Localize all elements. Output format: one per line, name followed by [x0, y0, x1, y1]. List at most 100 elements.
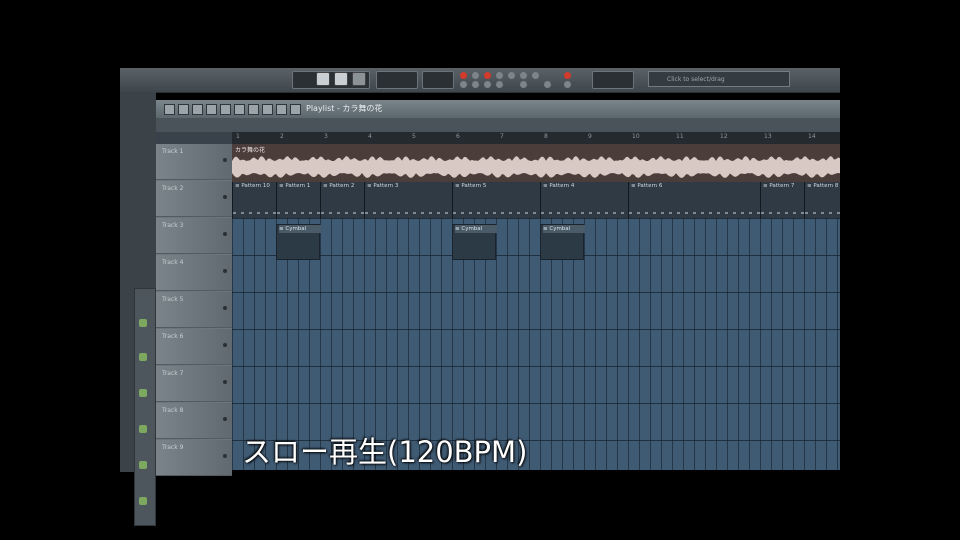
pattern-notes	[233, 212, 276, 214]
channel-button[interactable]	[139, 497, 147, 505]
track-selector-icon[interactable]	[223, 195, 227, 199]
pattern-label: ≡ Pattern 8	[807, 183, 839, 189]
timeline-ruler[interactable]: 1 2 3 4 5 6 7 8 9 10 11 12 13 14	[232, 132, 840, 144]
ruler-bar-number: 11	[676, 133, 684, 140]
track-header[interactable]: Track 4	[156, 255, 232, 291]
pattern-clip[interactable]: ≡ Pattern 8	[804, 182, 840, 218]
track-selector-icon[interactable]	[223, 454, 227, 458]
toggle-icon[interactable]	[508, 72, 515, 79]
track-header[interactable]: Track 9	[156, 440, 232, 476]
toggle-icon[interactable]	[496, 81, 503, 88]
pattern-clip[interactable]: ≡ Pattern 3	[364, 182, 452, 218]
toggle-icon[interactable]	[520, 81, 527, 88]
channel-button[interactable]	[139, 389, 147, 397]
ruler-bar-number: 14	[808, 133, 816, 140]
track-header[interactable]: Track 2	[156, 181, 232, 217]
channel-button[interactable]	[139, 319, 147, 327]
channel-button[interactable]	[139, 461, 147, 469]
cymbal-clip[interactable]: ≡ Cymbal	[540, 224, 585, 260]
toggle-icon[interactable]	[484, 81, 491, 88]
time-display[interactable]	[422, 71, 454, 89]
pattern-notes	[629, 212, 760, 214]
slip-icon[interactable]	[234, 104, 245, 115]
pattern-clip[interactable]: ≡ Pattern 10	[232, 182, 276, 218]
channel-button[interactable]	[139, 353, 147, 361]
record-indicator-icon[interactable]	[484, 72, 491, 79]
pattern-notes	[453, 212, 540, 214]
track-selector-icon[interactable]	[223, 306, 227, 310]
slice-icon[interactable]	[248, 104, 259, 115]
toggle-icon[interactable]	[544, 81, 551, 88]
record-indicator-icon[interactable]	[564, 72, 571, 79]
hint-panel: Click to select/drag	[648, 71, 790, 87]
zoom-icon[interactable]	[276, 104, 287, 115]
delete-icon[interactable]	[206, 104, 217, 115]
track-label: Track 2	[162, 185, 184, 192]
toggle-icon[interactable]	[472, 72, 479, 79]
toggle-icon[interactable]	[520, 72, 527, 79]
playlist-grid[interactable]: カラ舞の花 ≡ Pattern 10 ≡ Pattern 1 ≡ Pattern 2…	[232, 144, 840, 470]
track-selector-icon[interactable]	[223, 232, 227, 236]
mute-icon[interactable]	[220, 104, 231, 115]
track-selector-icon[interactable]	[223, 269, 227, 273]
track-header[interactable]: Track 8	[156, 403, 232, 439]
track-header[interactable]: Track 1	[156, 144, 232, 180]
main-toolbar: Click to select/drag	[120, 68, 840, 93]
track-selector-icon[interactable]	[223, 343, 227, 347]
pattern-clip[interactable]: ≡ Pattern 1	[276, 182, 320, 218]
pattern-notes	[277, 212, 320, 214]
pattern-clip[interactable]: ≡ Pattern 4	[540, 182, 628, 218]
track-header[interactable]: Track 5	[156, 292, 232, 328]
track-header[interactable]: Track 3	[156, 218, 232, 254]
toggle-icon[interactable]	[496, 72, 503, 79]
pattern-label: ≡ Pattern 4	[543, 183, 575, 189]
track-header[interactable]: Track 6	[156, 329, 232, 365]
audio-clip[interactable]: カラ舞の花	[232, 144, 840, 182]
track-label: Track 6	[162, 333, 184, 340]
pattern-notes	[805, 212, 840, 214]
tempo-display[interactable]	[376, 71, 418, 89]
toggle-icon[interactable]	[564, 81, 571, 88]
channel-button[interactable]	[139, 425, 147, 433]
track-headers: Track 1 Track 2 Track 3 Track 4 Track 5 Track…	[156, 144, 232, 476]
select-icon[interactable]	[262, 104, 273, 115]
cymbal-clip[interactable]: ≡ Cymbal	[452, 224, 497, 260]
toggle-icon[interactable]	[532, 72, 539, 79]
waveform	[232, 156, 840, 178]
toggle-icon[interactable]	[472, 81, 479, 88]
record-indicator-icon[interactable]	[460, 72, 467, 79]
cymbal-clip[interactable]: ≡ Cymbal	[276, 224, 321, 260]
playback-icon[interactable]	[290, 104, 301, 115]
record-button[interactable]	[352, 72, 366, 86]
cymbal-clip-label: ≡ Cymbal	[543, 225, 585, 233]
brush-icon[interactable]	[192, 104, 203, 115]
track-header[interactable]: Track 7	[156, 366, 232, 402]
menu-icon[interactable]	[164, 104, 175, 115]
pattern-notes	[761, 212, 804, 214]
playlist-title-bar[interactable]: Playlist - カラ舞の花	[156, 100, 840, 118]
pattern-label: ≡ Pattern 2	[323, 183, 355, 189]
ruler-bar-number: 10	[632, 133, 640, 140]
pattern-label: ≡ Pattern 6	[631, 183, 663, 189]
pattern-clip[interactable]: ≡ Pattern 2	[320, 182, 364, 218]
playlist-window: Playlist - カラ舞の花 1 2 3 4 5 6 7 8 9 10 11 12 13 14 Tra…	[156, 100, 840, 476]
pencil-icon[interactable]	[178, 104, 189, 115]
pattern-notes	[541, 212, 628, 214]
toggle-icon[interactable]	[460, 81, 467, 88]
pattern-clip[interactable]: ≡ Pattern 5	[452, 182, 540, 218]
track-selector-icon[interactable]	[223, 158, 227, 162]
pattern-clip[interactable]: ≡ Pattern 7	[760, 182, 804, 218]
ruler-bar-number: 7	[500, 133, 504, 140]
cpu-meter	[592, 71, 634, 89]
pattern-clip[interactable]: ≡ Pattern 6	[628, 182, 760, 218]
ruler-bar-number: 5	[412, 133, 416, 140]
pattern-label: ≡ Pattern 10	[235, 183, 270, 189]
track-selector-icon[interactable]	[223, 417, 227, 421]
pattern-notes	[321, 212, 364, 214]
play-button[interactable]	[316, 72, 330, 86]
stop-button[interactable]	[334, 72, 348, 86]
track-label: Track 1	[162, 148, 184, 155]
pattern-label: ≡ Pattern 3	[367, 183, 399, 189]
track-selector-icon[interactable]	[223, 380, 227, 384]
ruler-bar-number: 13	[764, 133, 772, 140]
